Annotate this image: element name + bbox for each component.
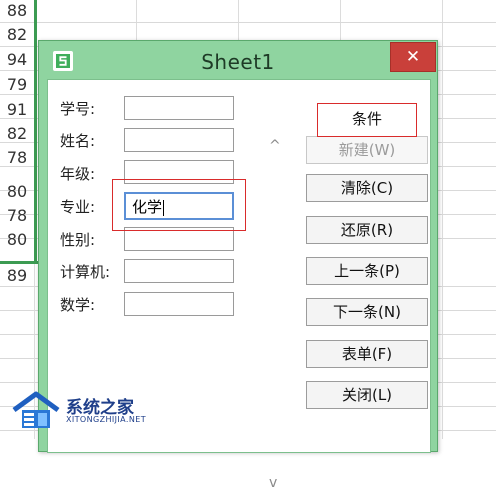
criteria-highlight-box: [317, 103, 417, 137]
next-record-button[interactable]: 下一条(N): [306, 298, 428, 326]
field-label-grade: 年级:: [60, 165, 96, 183]
restore-button[interactable]: 还原(R): [306, 216, 428, 244]
cell-value[interactable]: 78: [0, 146, 34, 170]
watermark-subtext: XITONGZHIJIA.NET: [66, 415, 146, 424]
cell-value[interactable]: 80: [0, 228, 34, 252]
field-label-student-id: 学号:: [60, 100, 96, 118]
name-input[interactable]: [124, 128, 234, 152]
new-record-button[interactable]: 新建(W): [306, 136, 428, 164]
scroll-up-arrow-icon[interactable]: ^: [269, 138, 281, 154]
cell-value[interactable]: 89: [0, 264, 34, 288]
cell-value[interactable]: 91: [0, 98, 34, 122]
close-button[interactable]: 关闭(L): [306, 381, 428, 409]
house-logo-icon: [12, 391, 60, 428]
cell-value[interactable]: 88: [0, 0, 34, 23]
close-icon: ✕: [405, 47, 421, 67]
field-label-major: 专业:: [60, 198, 96, 216]
close-window-button[interactable]: ✕: [390, 42, 436, 72]
dialog-title: Sheet1: [201, 50, 275, 74]
scroll-down-arrow-icon[interactable]: v: [269, 475, 277, 491]
cell-value[interactable]: 78: [0, 204, 34, 228]
field-label-computer: 计算机:: [60, 263, 111, 281]
previous-record-button[interactable]: 上一条(P): [306, 257, 428, 285]
field-label-gender: 性别:: [60, 231, 96, 249]
watermark: 系统之家 XITONGZHIJIA.NET: [10, 388, 170, 434]
cell-value[interactable]: 94: [0, 48, 34, 72]
column-divider: [442, 0, 443, 439]
form-button[interactable]: 表单(F): [306, 340, 428, 368]
student-id-input[interactable]: [124, 96, 234, 120]
row-divider: [0, 22, 496, 23]
field-label-math: 数学:: [60, 296, 96, 314]
dialog-titlebar[interactable]: Sheet1 ✕: [39, 41, 437, 79]
major-highlight-box: [112, 179, 246, 231]
math-score-input[interactable]: [124, 292, 234, 316]
selection-border: [0, 261, 40, 264]
selection-border: [34, 0, 37, 264]
cell-value[interactable]: 82: [0, 122, 34, 146]
cell-value[interactable]: 79: [0, 73, 34, 97]
cell-value[interactable]: 82: [0, 23, 34, 47]
field-label-name: 姓名:: [60, 132, 96, 150]
cell-value[interactable]: 80: [0, 180, 34, 204]
computer-score-input[interactable]: [124, 259, 234, 283]
clear-button[interactable]: 清除(C): [306, 174, 428, 202]
